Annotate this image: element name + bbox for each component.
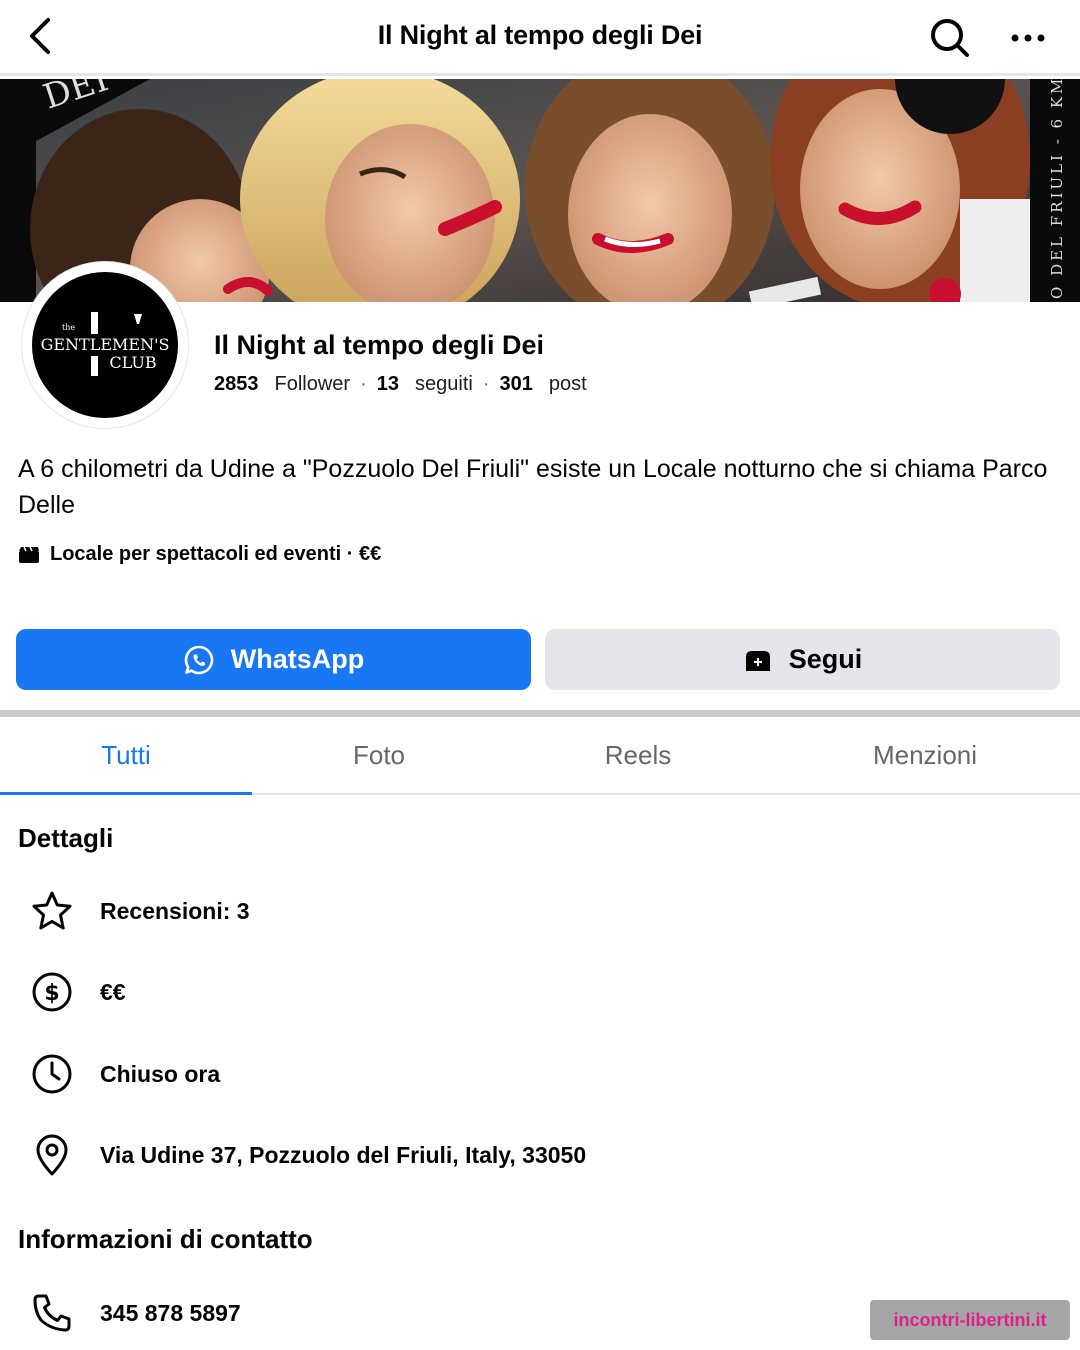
- clapperboard-icon: [19, 546, 39, 563]
- posts-label: post: [548, 373, 587, 395]
- followers-label[interactable]: Follower: [275, 373, 351, 396]
- page-description: A 6 chilometri da Udine a "Pozzuolo Del …: [18, 455, 1048, 519]
- stats-separator: ·: [360, 373, 367, 395]
- svg-text:$: $: [44, 981, 59, 1006]
- star-icon: [32, 891, 72, 930]
- search-icon: [931, 19, 969, 57]
- search-button[interactable]: [926, 14, 974, 62]
- tab-menzioni[interactable]: Menzioni: [770, 717, 1080, 793]
- location-pin-icon: [36, 1134, 68, 1176]
- top-bar: Il Night al tempo degli Dei: [0, 0, 1080, 76]
- stats-separator: ·: [482, 373, 490, 395]
- follow-button[interactable]: Segui: [545, 629, 1060, 690]
- posts-count: 301: [499, 373, 533, 395]
- dollar-circle-icon: $: [32, 972, 72, 1012]
- clock-icon: [32, 1054, 72, 1094]
- watermark: incontri-libertini.it: [870, 1300, 1070, 1340]
- tab-foto[interactable]: Foto: [252, 717, 506, 793]
- follow-button-label: Segui: [788, 644, 863, 674]
- profile-name: Il Night al tempo degli Dei: [214, 330, 545, 360]
- address-text: Via Udine 37, Pozzuolo del Friuli, Italy…: [100, 1141, 587, 1168]
- tab-reels[interactable]: Reels: [506, 717, 770, 793]
- whatsapp-button-label: WhatsApp: [230, 644, 365, 674]
- following-count: 13: [376, 373, 399, 395]
- detail-row-price: $ €€: [26, 967, 126, 1017]
- contact-heading: Informazioni di contatto: [18, 1224, 313, 1254]
- hours-text: Chiuso ora: [100, 1060, 221, 1087]
- svg-text:the: the: [62, 323, 75, 332]
- svg-text:CLUB: CLUB: [109, 353, 156, 372]
- details-heading: Dettagli: [18, 823, 114, 853]
- followers-count: 2853: [214, 373, 259, 395]
- profile-avatar[interactable]: the GENTLEMEN'S CLUB: [22, 262, 188, 428]
- svg-text:GENTLEMEN'S: GENTLEMEN'S: [41, 335, 170, 354]
- phone-icon: [33, 1294, 71, 1332]
- banner-right-text: O DEL FRIULI - 6 KM: [1048, 79, 1066, 299]
- avatar-logo: the GENTLEMEN'S CLUB: [32, 272, 178, 418]
- whatsapp-button[interactable]: WhatsApp: [16, 629, 531, 690]
- section-divider: [0, 710, 1080, 717]
- detail-row-address[interactable]: Via Udine 37, Pozzuolo del Friuli, Italy…: [26, 1130, 586, 1180]
- tab-tutti[interactable]: Tutti: [0, 717, 252, 795]
- detail-row-hours[interactable]: Chiuso ora: [26, 1049, 220, 1099]
- profile-tabs: Tutti Foto Reels Menzioni: [0, 717, 1080, 795]
- more-dots-icon: [1011, 34, 1045, 42]
- whatsapp-icon: [184, 645, 214, 674]
- gentlemens-club-logo: the GENTLEMEN'S CLUB: [41, 312, 170, 376]
- cover-photo[interactable]: DEI O DEL FRIULI - 6 KM: [0, 79, 1080, 302]
- category-text: Locale per spettacoli ed eventi · €€: [50, 543, 382, 565]
- reviews-text: Recensioni: 3: [100, 897, 250, 924]
- profile-stats: 2853 Follower · 13 seguiti · 301 post: [214, 373, 587, 396]
- price-text: €€: [100, 978, 126, 1005]
- follow-page-icon: [745, 650, 770, 671]
- more-options-button[interactable]: [1004, 14, 1052, 62]
- cover-image: DEI O DEL FRIULI - 6 KM: [0, 79, 1080, 302]
- detail-row-reviews[interactable]: Recensioni: 3: [26, 886, 250, 936]
- page-category: Locale per spettacoli ed eventi · €€: [18, 543, 381, 566]
- contact-row-phone[interactable]: 345 878 5897: [26, 1288, 241, 1338]
- page-title: Il Night al tempo degli Dei: [377, 20, 703, 50]
- following-label[interactable]: seguiti: [415, 373, 473, 396]
- phone-text: 345 878 5897: [100, 1299, 241, 1326]
